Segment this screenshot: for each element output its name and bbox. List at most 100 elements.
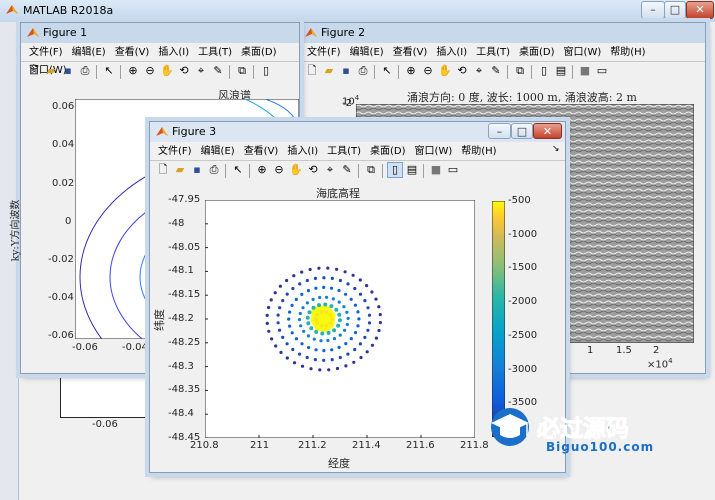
main-close-button[interactable]: ✕: [686, 1, 714, 19]
open-folder-icon[interactable]: ▰: [44, 64, 58, 78]
scatter-point: [305, 278, 309, 283]
menu-tools[interactable]: 工具(T): [198, 47, 232, 58]
menu-view[interactable]: 查看(V): [393, 47, 428, 58]
menubar-dock-arrow-icon[interactable]: ↘: [552, 144, 560, 154]
main-maximize-button[interactable]: □: [664, 1, 686, 19]
toolbar-separator: [96, 65, 97, 79]
hide-plot-tools-icon[interactable]: ■: [429, 163, 443, 177]
colorbar-tick: -2500: [508, 329, 538, 341]
zoom-in-icon[interactable]: ⊕: [255, 163, 269, 177]
scatter-point: [291, 286, 295, 291]
scatter-point: [306, 321, 311, 326]
hide-plot-tools-icon[interactable]: ■: [578, 64, 592, 78]
minimize-button[interactable]: –: [488, 123, 511, 139]
figure-2-title-bar[interactable]: Figure 2: [299, 23, 705, 43]
open-folder-icon[interactable]: ▰: [173, 163, 187, 177]
print-icon[interactable]: ⎙: [356, 64, 370, 78]
figure-3-title-bar[interactable]: Figure 3 – □ ✕: [150, 122, 565, 142]
pan-hand-icon[interactable]: ✋: [289, 163, 303, 177]
zoom-out-icon[interactable]: ⊖: [272, 163, 286, 177]
scatter-point: [377, 305, 381, 309]
scatter-point: [285, 342, 289, 346]
show-plot-tools-icon[interactable]: ▭: [446, 163, 460, 177]
menu-view[interactable]: 查看(V): [244, 146, 279, 157]
menu-desktop[interactable]: 桌面(D): [370, 146, 406, 157]
legend-toggle-icon[interactable]: ▤: [554, 64, 568, 78]
show-plot-tools-icon[interactable]: ▭: [595, 64, 609, 78]
menu-file[interactable]: 文件(F): [29, 47, 63, 58]
zoom-out-icon[interactable]: ⊖: [421, 64, 435, 78]
data-cursor-icon[interactable]: ⌖: [323, 163, 337, 177]
link-icon[interactable]: ⧉: [513, 64, 527, 78]
menu-insert[interactable]: 插入(I): [287, 146, 318, 157]
scatter-point: [353, 286, 357, 291]
save-icon[interactable]: ▪: [190, 163, 204, 177]
data-cursor-icon[interactable]: ⌖: [194, 64, 208, 78]
open-folder-icon[interactable]: ▰: [322, 64, 336, 78]
rotate-3d-icon[interactable]: ⟲: [306, 163, 320, 177]
save-icon[interactable]: ▪: [61, 64, 75, 78]
menu-help[interactable]: 帮助(H): [610, 47, 645, 58]
scatter-point: [377, 328, 381, 333]
print-icon[interactable]: ⎙: [207, 163, 221, 177]
menu-desktop[interactable]: 桌面(D): [519, 47, 555, 58]
x-tick: 1: [587, 345, 594, 356]
menu-window[interactable]: 窗口(W): [564, 47, 602, 58]
scatter-point: [345, 322, 349, 327]
menu-window[interactable]: 窗口(W): [415, 146, 453, 157]
rotate-3d-icon[interactable]: ⟲: [455, 64, 469, 78]
menu-help[interactable]: 帮助(H): [461, 146, 496, 157]
brush-icon[interactable]: ✎: [340, 163, 354, 177]
save-icon[interactable]: ▪: [339, 64, 353, 78]
scatter-point: [374, 297, 378, 301]
menu-desktop[interactable]: 桌面(D): [241, 47, 277, 58]
pointer-icon[interactable]: ↖: [231, 163, 245, 177]
colorbar-toggle-icon[interactable]: ▯: [259, 64, 273, 78]
colorbar-toggle-icon[interactable]: ▯: [387, 162, 403, 178]
new-file-icon[interactable]: 🗋: [305, 64, 319, 78]
maximize-button[interactable]: □: [511, 123, 533, 139]
menu-view[interactable]: 查看(V): [115, 47, 150, 58]
scatter-point: [288, 324, 292, 328]
scatter-point: [365, 284, 369, 288]
menu-insert[interactable]: 插入(I): [158, 47, 189, 58]
main-minimize-button[interactable]: –: [641, 1, 665, 19]
link-icon[interactable]: ⧉: [235, 64, 249, 78]
menu-edit[interactable]: 编辑(E): [72, 47, 106, 58]
menu-edit[interactable]: 编辑(E): [201, 146, 235, 157]
menu-file[interactable]: 文件(F): [307, 47, 341, 58]
scatter-point: [288, 310, 292, 314]
scatter-point: [314, 329, 319, 334]
print-icon[interactable]: ⎙: [78, 64, 92, 78]
scatter-point: [370, 343, 374, 347]
data-cursor-icon[interactable]: ⌖: [472, 64, 486, 78]
zoom-in-icon[interactable]: ⊕: [404, 64, 418, 78]
pan-hand-icon[interactable]: ✋: [438, 64, 452, 78]
pointer-icon[interactable]: ↖: [102, 64, 116, 78]
zoom-out-icon[interactable]: ⊖: [143, 64, 157, 78]
rotate-3d-icon[interactable]: ⟲: [177, 64, 191, 78]
new-file-icon[interactable]: 🗋: [156, 163, 170, 177]
y-axis-label: 纬度: [153, 309, 166, 331]
menu-edit[interactable]: 编辑(E): [350, 47, 384, 58]
menu-file[interactable]: 文件(F): [158, 146, 192, 157]
menu-tools[interactable]: 工具(T): [327, 146, 361, 157]
link-icon[interactable]: ⧉: [364, 163, 378, 177]
new-file-icon[interactable]: 🗋: [27, 64, 41, 78]
scatter-point: [345, 310, 349, 314]
zoom-in-icon[interactable]: ⊕: [126, 64, 140, 78]
colorbar-toggle-icon[interactable]: ▯: [537, 64, 551, 78]
menu-tools[interactable]: 工具(T): [476, 47, 510, 58]
brush-icon[interactable]: ✎: [211, 64, 225, 78]
menu-insert[interactable]: 插入(I): [436, 47, 467, 58]
brush-icon[interactable]: ✎: [489, 64, 503, 78]
close-button[interactable]: ✕: [533, 123, 562, 139]
legend-toggle-icon[interactable]: ▤: [405, 163, 419, 177]
scatter-point: [357, 317, 361, 321]
x-tick: 211: [250, 440, 270, 451]
colorbar[interactable]: [492, 201, 505, 437]
pointer-icon[interactable]: ↖: [380, 64, 394, 78]
figure-1-title-bar[interactable]: Figure 1: [21, 23, 299, 43]
pan-hand-icon[interactable]: ✋: [160, 64, 174, 78]
scatter-point: [278, 284, 282, 288]
